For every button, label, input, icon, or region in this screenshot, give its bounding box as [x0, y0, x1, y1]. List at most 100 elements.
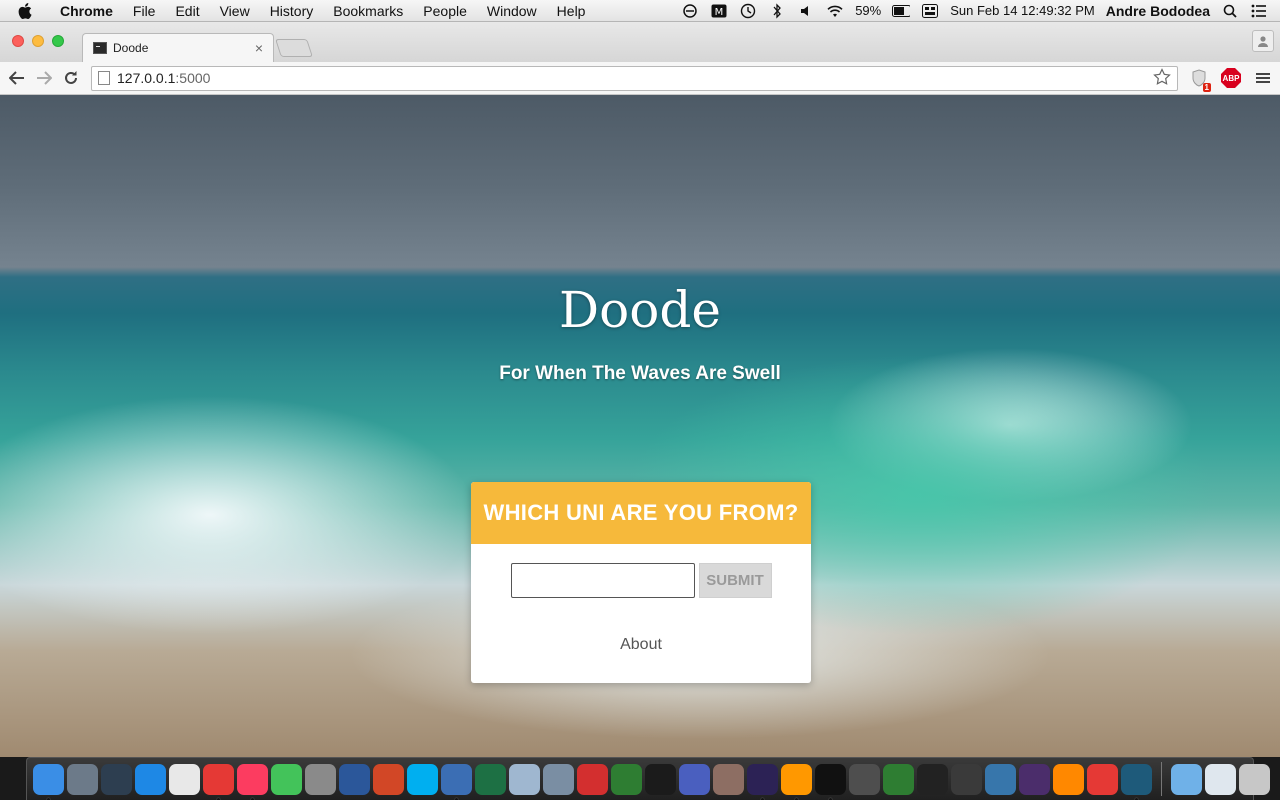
menu-bar: Chrome File Edit View History Bookmarks … — [0, 0, 1280, 22]
clock[interactable]: Sun Feb 14 12:49:32 PM — [950, 3, 1095, 18]
dock-word-icon[interactable] — [339, 763, 370, 795]
menu-app-name[interactable]: Chrome — [50, 0, 123, 22]
browser-toolbar: 127.0.0.1:5000 1 ABP — [0, 62, 1280, 95]
about-link[interactable]: About — [471, 636, 811, 654]
menu-people[interactable]: People — [413, 0, 477, 22]
dock-safari-icon[interactable] — [135, 763, 166, 795]
dock-fb-app-icon[interactable] — [951, 763, 982, 795]
dock-sublime-text-icon[interactable] — [781, 763, 812, 800]
forward-arrow-icon[interactable] — [33, 67, 55, 89]
card-heading: WHICH UNI ARE YOU FROM? — [471, 482, 811, 544]
dock-system-preferences-icon[interactable] — [305, 763, 336, 795]
istat-menu-icon[interactable]: M — [710, 3, 728, 19]
dock-applications-folder-icon[interactable] — [1171, 763, 1202, 795]
menu-history[interactable]: History — [260, 0, 324, 22]
dock-facetime-icon[interactable] — [271, 763, 302, 795]
dock-network-radar-icon[interactable] — [1121, 763, 1152, 800]
menu-file[interactable]: File — [123, 0, 166, 22]
dock-separator — [1161, 762, 1162, 796]
window-close-button[interactable] — [12, 35, 24, 47]
browser-window: Doode × 127.0.0.1:5000 1 ABP Doode For … — [0, 22, 1280, 757]
window-zoom-button[interactable] — [52, 35, 64, 47]
dock-sourcetree-icon[interactable] — [611, 763, 642, 795]
dock-ios-simulator-icon[interactable] — [883, 763, 914, 795]
dock-excel-icon[interactable] — [475, 763, 506, 795]
dock-preview-icon[interactable] — [509, 763, 540, 795]
terminal-favicon-icon — [93, 42, 107, 54]
apple-menu-icon[interactable] — [18, 2, 36, 19]
dock-python-launcher-icon[interactable] — [985, 763, 1016, 795]
dock-terminal-icon[interactable] — [815, 763, 846, 800]
bluetooth-icon[interactable] — [768, 2, 786, 19]
input-menu-icon[interactable] — [921, 3, 939, 19]
dock-textedit-icon[interactable] — [169, 763, 200, 795]
dock-powerpoint-icon[interactable] — [373, 763, 404, 795]
dock-thunderbird-icon[interactable] — [441, 763, 472, 800]
dock-activity-monitor-icon[interactable] — [645, 763, 676, 795]
dock-gimp-icon[interactable] — [713, 763, 744, 795]
page-tagline: For When The Waves Are Swell — [499, 363, 781, 384]
dock-itunes-icon[interactable] — [237, 763, 268, 800]
do-not-disturb-icon[interactable] — [681, 3, 699, 19]
menu-view[interactable]: View — [210, 0, 260, 22]
dock — [26, 757, 1270, 800]
dock-calculator-icon[interactable] — [849, 763, 880, 795]
dock-launchpad-icon[interactable] — [67, 763, 98, 795]
menu-window[interactable]: Window — [477, 0, 547, 22]
window-minimize-button[interactable] — [32, 35, 44, 47]
submit-button[interactable]: SUBMIT — [698, 563, 772, 598]
dock-logitech-live-icon[interactable] — [917, 763, 948, 795]
dock-eclipse-icon[interactable] — [747, 763, 778, 800]
tab-close-icon[interactable]: × — [255, 40, 263, 56]
uni-input[interactable] — [510, 563, 695, 598]
notification-center-icon[interactable] — [1250, 3, 1268, 19]
battery-percentage[interactable]: 59% — [855, 3, 881, 18]
dock-texshop-icon[interactable] — [1019, 763, 1050, 795]
hero: Doode For When The Waves Are Swell WHICH… — [0, 95, 1280, 757]
bookmark-star-icon[interactable] — [1153, 67, 1171, 89]
address-bar[interactable]: 127.0.0.1:5000 — [91, 65, 1178, 91]
battery-charging-icon[interactable] — [892, 3, 911, 19]
menu-edit[interactable]: Edit — [165, 0, 209, 22]
status-menus: M 59% Sun Feb 14 12:49:32 PM Andre Bodod… — [681, 3, 1280, 19]
dock-trash-icon[interactable] — [1239, 763, 1270, 795]
profile-icon[interactable] — [1252, 30, 1274, 52]
svg-text:M: M — [715, 7, 724, 18]
user-name[interactable]: Andre Bododea — [1106, 3, 1210, 19]
dock-mission-control-icon[interactable] — [101, 763, 132, 795]
dock-xcode-icon[interactable] — [679, 763, 710, 795]
extension-badge: 1 — [1202, 83, 1211, 92]
volume-icon[interactable] — [797, 3, 815, 19]
adblock-label: ABP — [1221, 68, 1241, 88]
menu-help[interactable]: Help — [547, 0, 596, 22]
page-viewport: Doode For When The Waves Are Swell WHICH… — [0, 95, 1280, 757]
dock-finder-icon[interactable] — [33, 763, 64, 800]
dock-skype-icon[interactable] — [407, 763, 438, 795]
tab-doode[interactable]: Doode × — [82, 33, 274, 62]
page-icon — [98, 71, 110, 85]
reload-icon[interactable] — [60, 67, 82, 89]
url-port: :5000 — [175, 70, 211, 86]
chrome-menu-icon[interactable] — [1252, 67, 1274, 89]
spotlight-search-icon[interactable] — [1221, 3, 1239, 19]
url-host: 127.0.0.1 — [117, 70, 176, 86]
uni-form: SUBMIT — [471, 563, 811, 598]
menu-bookmarks[interactable]: Bookmarks — [323, 0, 413, 22]
new-tab-button[interactable] — [275, 39, 313, 57]
wifi-icon[interactable] — [826, 3, 844, 19]
back-arrow-icon[interactable] — [6, 67, 28, 89]
adblock-plus-icon[interactable]: ABP — [1220, 67, 1242, 89]
extension-shield-icon[interactable]: 1 — [1188, 67, 1211, 92]
dock-vlc-icon[interactable] — [1053, 763, 1084, 795]
tab-strip: Doode × — [0, 22, 1280, 62]
dock-documents-folder-icon[interactable] — [1205, 763, 1236, 795]
tab-title: Doode — [113, 41, 149, 55]
dock-istat-menus-icon[interactable] — [1087, 763, 1118, 795]
page-title: Doode — [559, 281, 721, 339]
time-machine-icon[interactable] — [739, 3, 757, 19]
dock-image-capture-icon[interactable] — [543, 763, 574, 795]
dock-crossover-icon[interactable] — [577, 763, 608, 795]
window-controls — [12, 35, 64, 47]
uni-form-card: WHICH UNI ARE YOU FROM? SUBMIT About — [471, 482, 811, 683]
dock-chrome-icon[interactable] — [203, 763, 234, 800]
